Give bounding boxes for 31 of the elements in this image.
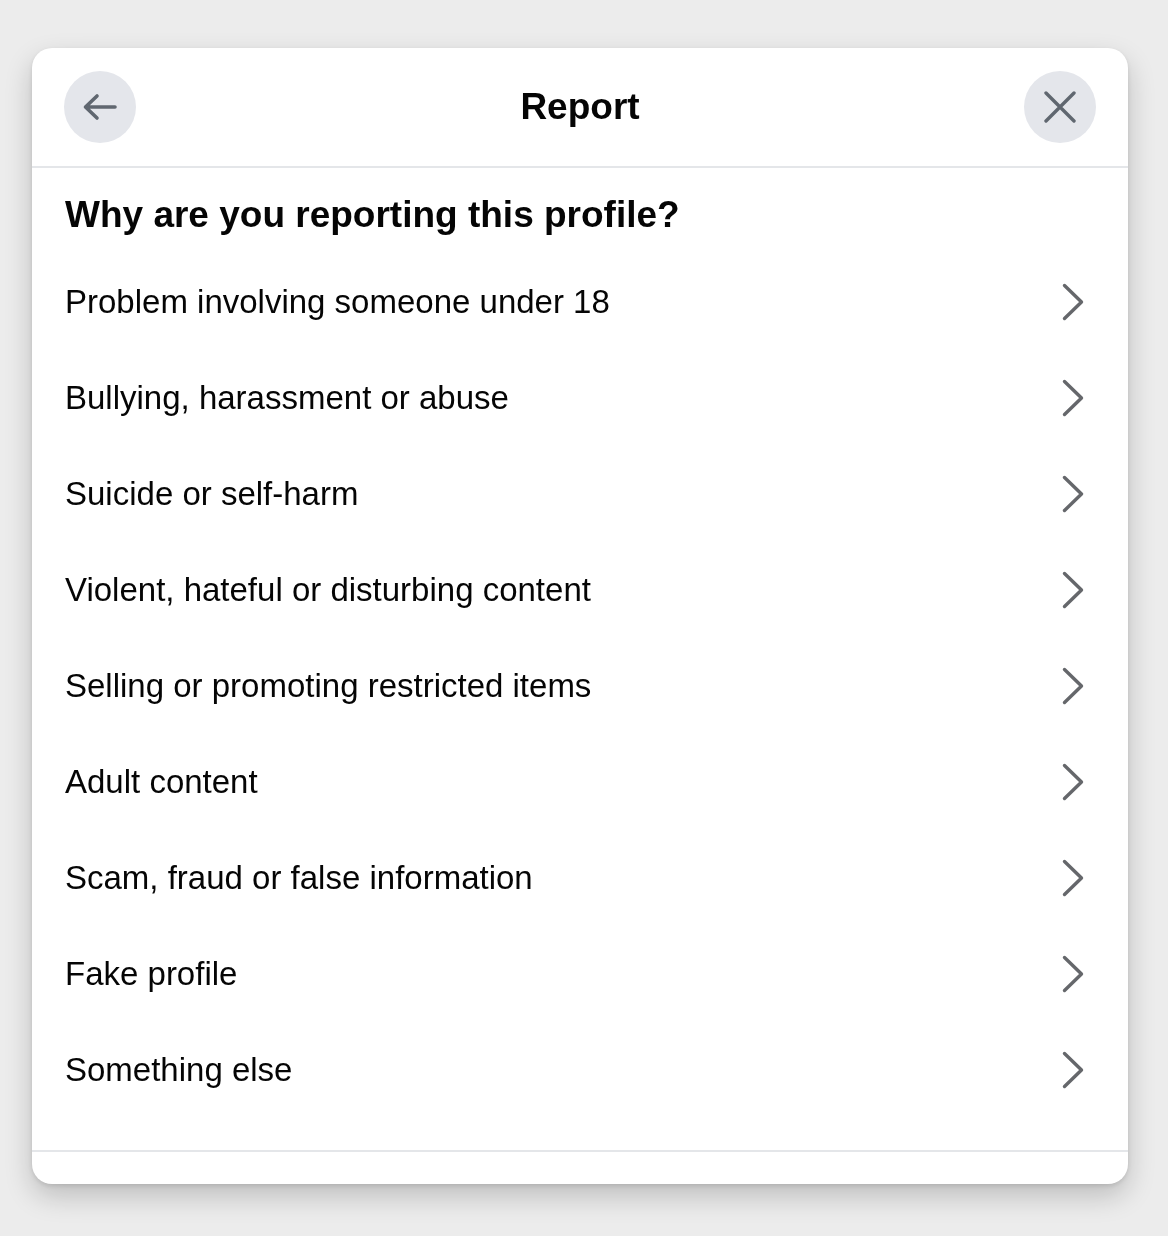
report-option[interactable]: Violent, hateful or disturbing content bbox=[65, 542, 1096, 638]
report-option[interactable]: Adult content bbox=[65, 734, 1096, 830]
report-option[interactable]: Fake profile bbox=[65, 926, 1096, 1022]
option-label: Adult content bbox=[65, 762, 258, 802]
close-icon bbox=[1044, 91, 1076, 123]
report-option[interactable]: Scam, fraud or false information bbox=[65, 830, 1096, 926]
dialog-title: Report bbox=[520, 85, 640, 129]
chevron-right-icon bbox=[1062, 283, 1084, 321]
report-option[interactable]: Selling or promoting restricted items bbox=[65, 638, 1096, 734]
chevron-right-icon bbox=[1062, 859, 1084, 897]
report-option[interactable]: Suicide or self-harm bbox=[65, 446, 1096, 542]
option-label: Bullying, harassment or abuse bbox=[65, 378, 509, 418]
chevron-right-icon bbox=[1062, 763, 1084, 801]
question-heading: Why are you reporting this profile? bbox=[65, 193, 681, 237]
option-label: Suicide or self-harm bbox=[65, 474, 359, 514]
chevron-right-icon bbox=[1062, 571, 1084, 609]
option-label: Violent, hateful or disturbing content bbox=[65, 570, 591, 610]
option-label: Selling or promoting restricted items bbox=[65, 666, 592, 706]
report-option[interactable]: Problem involving someone under 18 bbox=[65, 254, 1096, 350]
option-label: Scam, fraud or false information bbox=[65, 858, 533, 898]
option-label: Fake profile bbox=[65, 954, 238, 994]
chevron-right-icon bbox=[1062, 379, 1084, 417]
option-label: Something else bbox=[65, 1050, 293, 1090]
chevron-right-icon bbox=[1062, 955, 1084, 993]
chevron-right-icon bbox=[1062, 667, 1084, 705]
option-label: Problem involving someone under 18 bbox=[65, 282, 610, 322]
chevron-right-icon bbox=[1062, 1051, 1084, 1089]
chevron-right-icon bbox=[1062, 475, 1084, 513]
back-arrow-icon bbox=[82, 93, 118, 121]
report-option[interactable]: Something else bbox=[65, 1022, 1096, 1118]
report-option[interactable]: Bullying, harassment or abuse bbox=[65, 350, 1096, 446]
